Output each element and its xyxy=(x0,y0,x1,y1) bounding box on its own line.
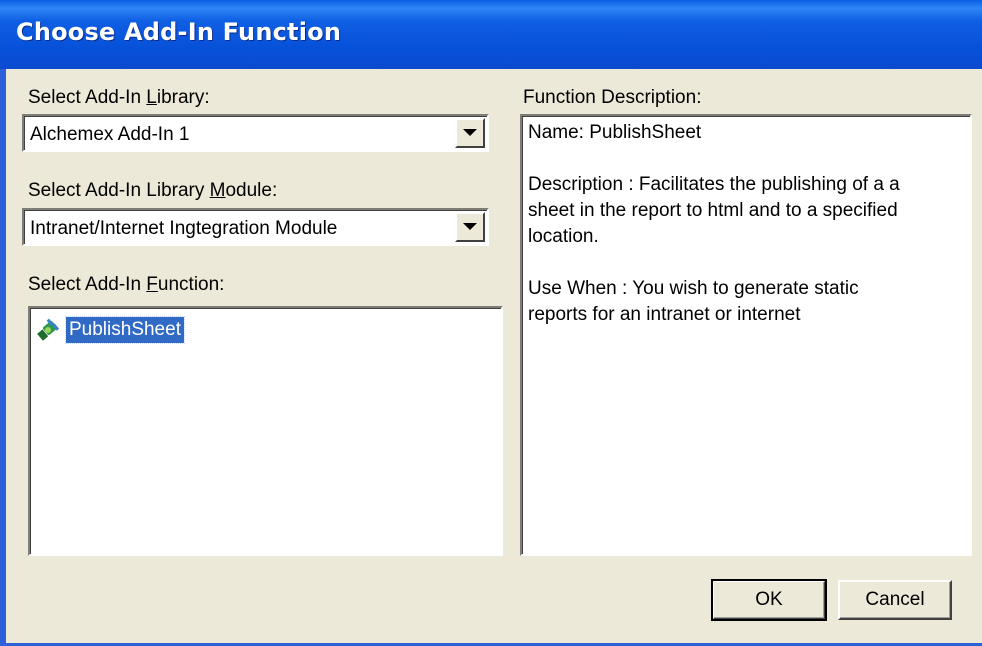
library-select-value: Alchemex Add-In 1 xyxy=(30,124,190,145)
description-line: Description : Facilitates the publishing… xyxy=(528,174,900,195)
description-line: reports for an intranet or internet xyxy=(528,304,801,325)
library-label: Select Add-In Library: xyxy=(28,87,210,108)
chevron-down-icon xyxy=(463,129,477,136)
title-bar[interactable]: Choose Add-In Function xyxy=(0,0,982,69)
description-line: sheet in the report to html and to a spe… xyxy=(528,200,898,221)
function-label: Select Add-In Function: xyxy=(28,274,225,295)
list-item[interactable]: PublishSheet xyxy=(36,316,185,344)
dialog-title: Choose Add-In Function xyxy=(16,18,342,46)
dialog-window: Choose Add-In Function Select Add-In Lib… xyxy=(0,0,982,646)
description-line: location. xyxy=(528,226,599,247)
ok-button[interactable]: OK xyxy=(711,579,827,621)
module-dropdown-button[interactable] xyxy=(455,212,485,242)
description-line: Use When : You wish to generate static xyxy=(528,278,859,299)
plug-icon xyxy=(37,318,60,341)
library-dropdown-button[interactable] xyxy=(455,118,485,148)
module-select[interactable]: Intranet/Internet Ingtegration Module xyxy=(22,208,489,246)
library-select[interactable]: Alchemex Add-In 1 xyxy=(22,114,489,152)
cancel-button[interactable]: Cancel xyxy=(838,580,952,620)
window-left-border xyxy=(0,69,6,646)
module-select-value: Intranet/Internet Ingtegration Module xyxy=(30,218,338,239)
function-item-label: PublishSheet xyxy=(65,316,185,344)
function-listbox[interactable]: PublishSheet xyxy=(28,306,503,556)
description-line: Name: PublishSheet xyxy=(528,122,702,143)
description-label: Function Description: xyxy=(523,87,702,108)
module-label: Select Add-In Library Module: xyxy=(28,180,278,201)
description-box: Name: PublishSheet Description : Facilit… xyxy=(520,114,972,556)
chevron-down-icon xyxy=(463,223,477,230)
